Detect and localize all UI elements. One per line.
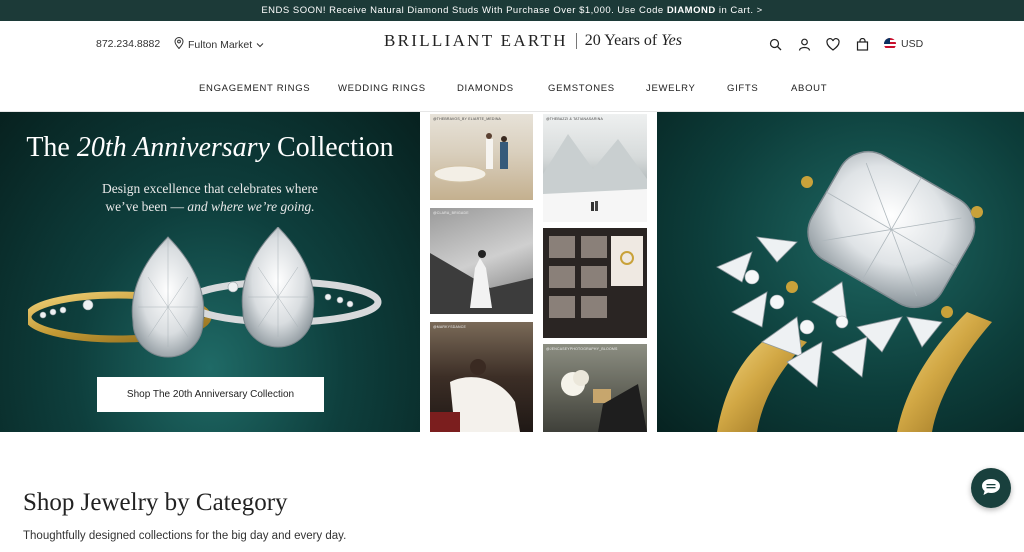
account-icon[interactable] (795, 35, 813, 53)
hero-title-italic: 20th Anniversary (76, 132, 270, 163)
hero-subtitle: Design excellence that celebrates where … (0, 180, 420, 216)
cushion-ring-image (716, 151, 992, 432)
collage-photo-5[interactable]: @MARKYSDANCE (430, 322, 533, 432)
hero-subtitle-line2-italic: and where we’re going. (187, 199, 315, 214)
hero-subtitle-line2: we’ve been — and where we’re going. (0, 198, 420, 216)
hero-title: The 20th Anniversary Collection (0, 132, 420, 164)
hero-collection-panel[interactable]: The 20th Anniversary Collection Design e… (0, 112, 420, 432)
hero-title-pre: The (26, 132, 77, 163)
instagram-collage: @THEBRAVOS_BY ELIARTE_MEDINA @THEBAZZI &… (420, 112, 657, 432)
site-header: 872.234.8882 Fulton Market BRILLIANT EAR… (0, 21, 1024, 112)
brand-logo[interactable]: BRILLIANT EARTH 20 Years of Yes (384, 31, 682, 51)
store-selector[interactable]: Fulton Market (174, 37, 264, 52)
header-actions: USD (766, 35, 923, 53)
hero-ring-closeup[interactable] (657, 112, 1024, 432)
nav-diamonds[interactable]: DIAMONDS (457, 83, 514, 94)
nav-jewelry[interactable]: JEWELRY (646, 83, 696, 94)
nav-about[interactable]: ABOUT (791, 83, 827, 94)
logo-tagline: 20 Years of Yes (585, 32, 682, 50)
collage-photo-3[interactable]: @CLARA_BRIGADE (430, 208, 533, 314)
bag-icon[interactable] (853, 35, 871, 53)
nav-gemstones[interactable]: GEMSTONES (548, 83, 615, 94)
category-section-title: Shop Jewelry by Category (23, 489, 288, 516)
promo-banner[interactable]: ENDS SOON! Receive Natural Diamond Studs… (0, 0, 1024, 21)
collage-photo-2[interactable]: @THEBAZZI & TATIANASARINA (543, 114, 647, 222)
promo-code: DIAMOND (666, 5, 716, 16)
pear-rings-image (28, 227, 382, 358)
nav-wedding-rings[interactable]: WEDDING RINGS (338, 83, 426, 94)
logo-tagline-prefix: 20 Years of (584, 32, 662, 49)
search-icon[interactable] (766, 35, 784, 53)
hero-subtitle-line1: Design excellence that celebrates where (102, 181, 318, 196)
location-pin-icon (174, 37, 184, 52)
us-flag-icon (884, 38, 896, 50)
currency-label: USD (901, 38, 924, 50)
nav-engagement-rings[interactable]: ENGAGEMENT RINGS (199, 83, 310, 94)
hero-title-post: Collection (270, 132, 394, 163)
hero-subtitle-line2-pre: we’ve been — (105, 199, 188, 214)
shop-anniversary-button[interactable]: Shop The 20th Anniversary Collection (97, 377, 324, 412)
promo-text: ENDS SOON! Receive Natural Diamond Studs… (261, 5, 667, 16)
phone-number[interactable]: 872.234.8882 (96, 38, 160, 50)
collage-photo-1[interactable]: @THEBRAVOS_BY ELIARTE_MEDINA (430, 114, 533, 200)
main-nav: ENGAGEMENT RINGS WEDDING RINGS DIAMONDS … (0, 83, 1024, 99)
heart-icon[interactable] (824, 35, 842, 53)
store-name: Fulton Market (188, 38, 253, 51)
collage-photo-6[interactable]: @JENCASEYPHOTOGRAPHY_BLOOMS (543, 344, 647, 432)
logo-tagline-italic: Yes (661, 32, 683, 49)
collage-photo-4[interactable] (543, 228, 647, 338)
chat-button[interactable] (971, 468, 1011, 508)
chevron-down-icon (256, 39, 264, 51)
hero-banner: The 20th Anniversary Collection Design e… (0, 112, 1024, 432)
category-section-subtitle: Thoughtfully designed collections for th… (23, 530, 347, 542)
currency-selector[interactable]: USD (884, 38, 923, 50)
promo-suffix: in Cart. > (715, 5, 763, 16)
logo-wordmark: BRILLIANT EARTH (384, 31, 568, 50)
nav-gifts[interactable]: GIFTS (727, 83, 758, 94)
logo-divider (575, 33, 577, 49)
chat-bubble-icon (980, 477, 1002, 500)
